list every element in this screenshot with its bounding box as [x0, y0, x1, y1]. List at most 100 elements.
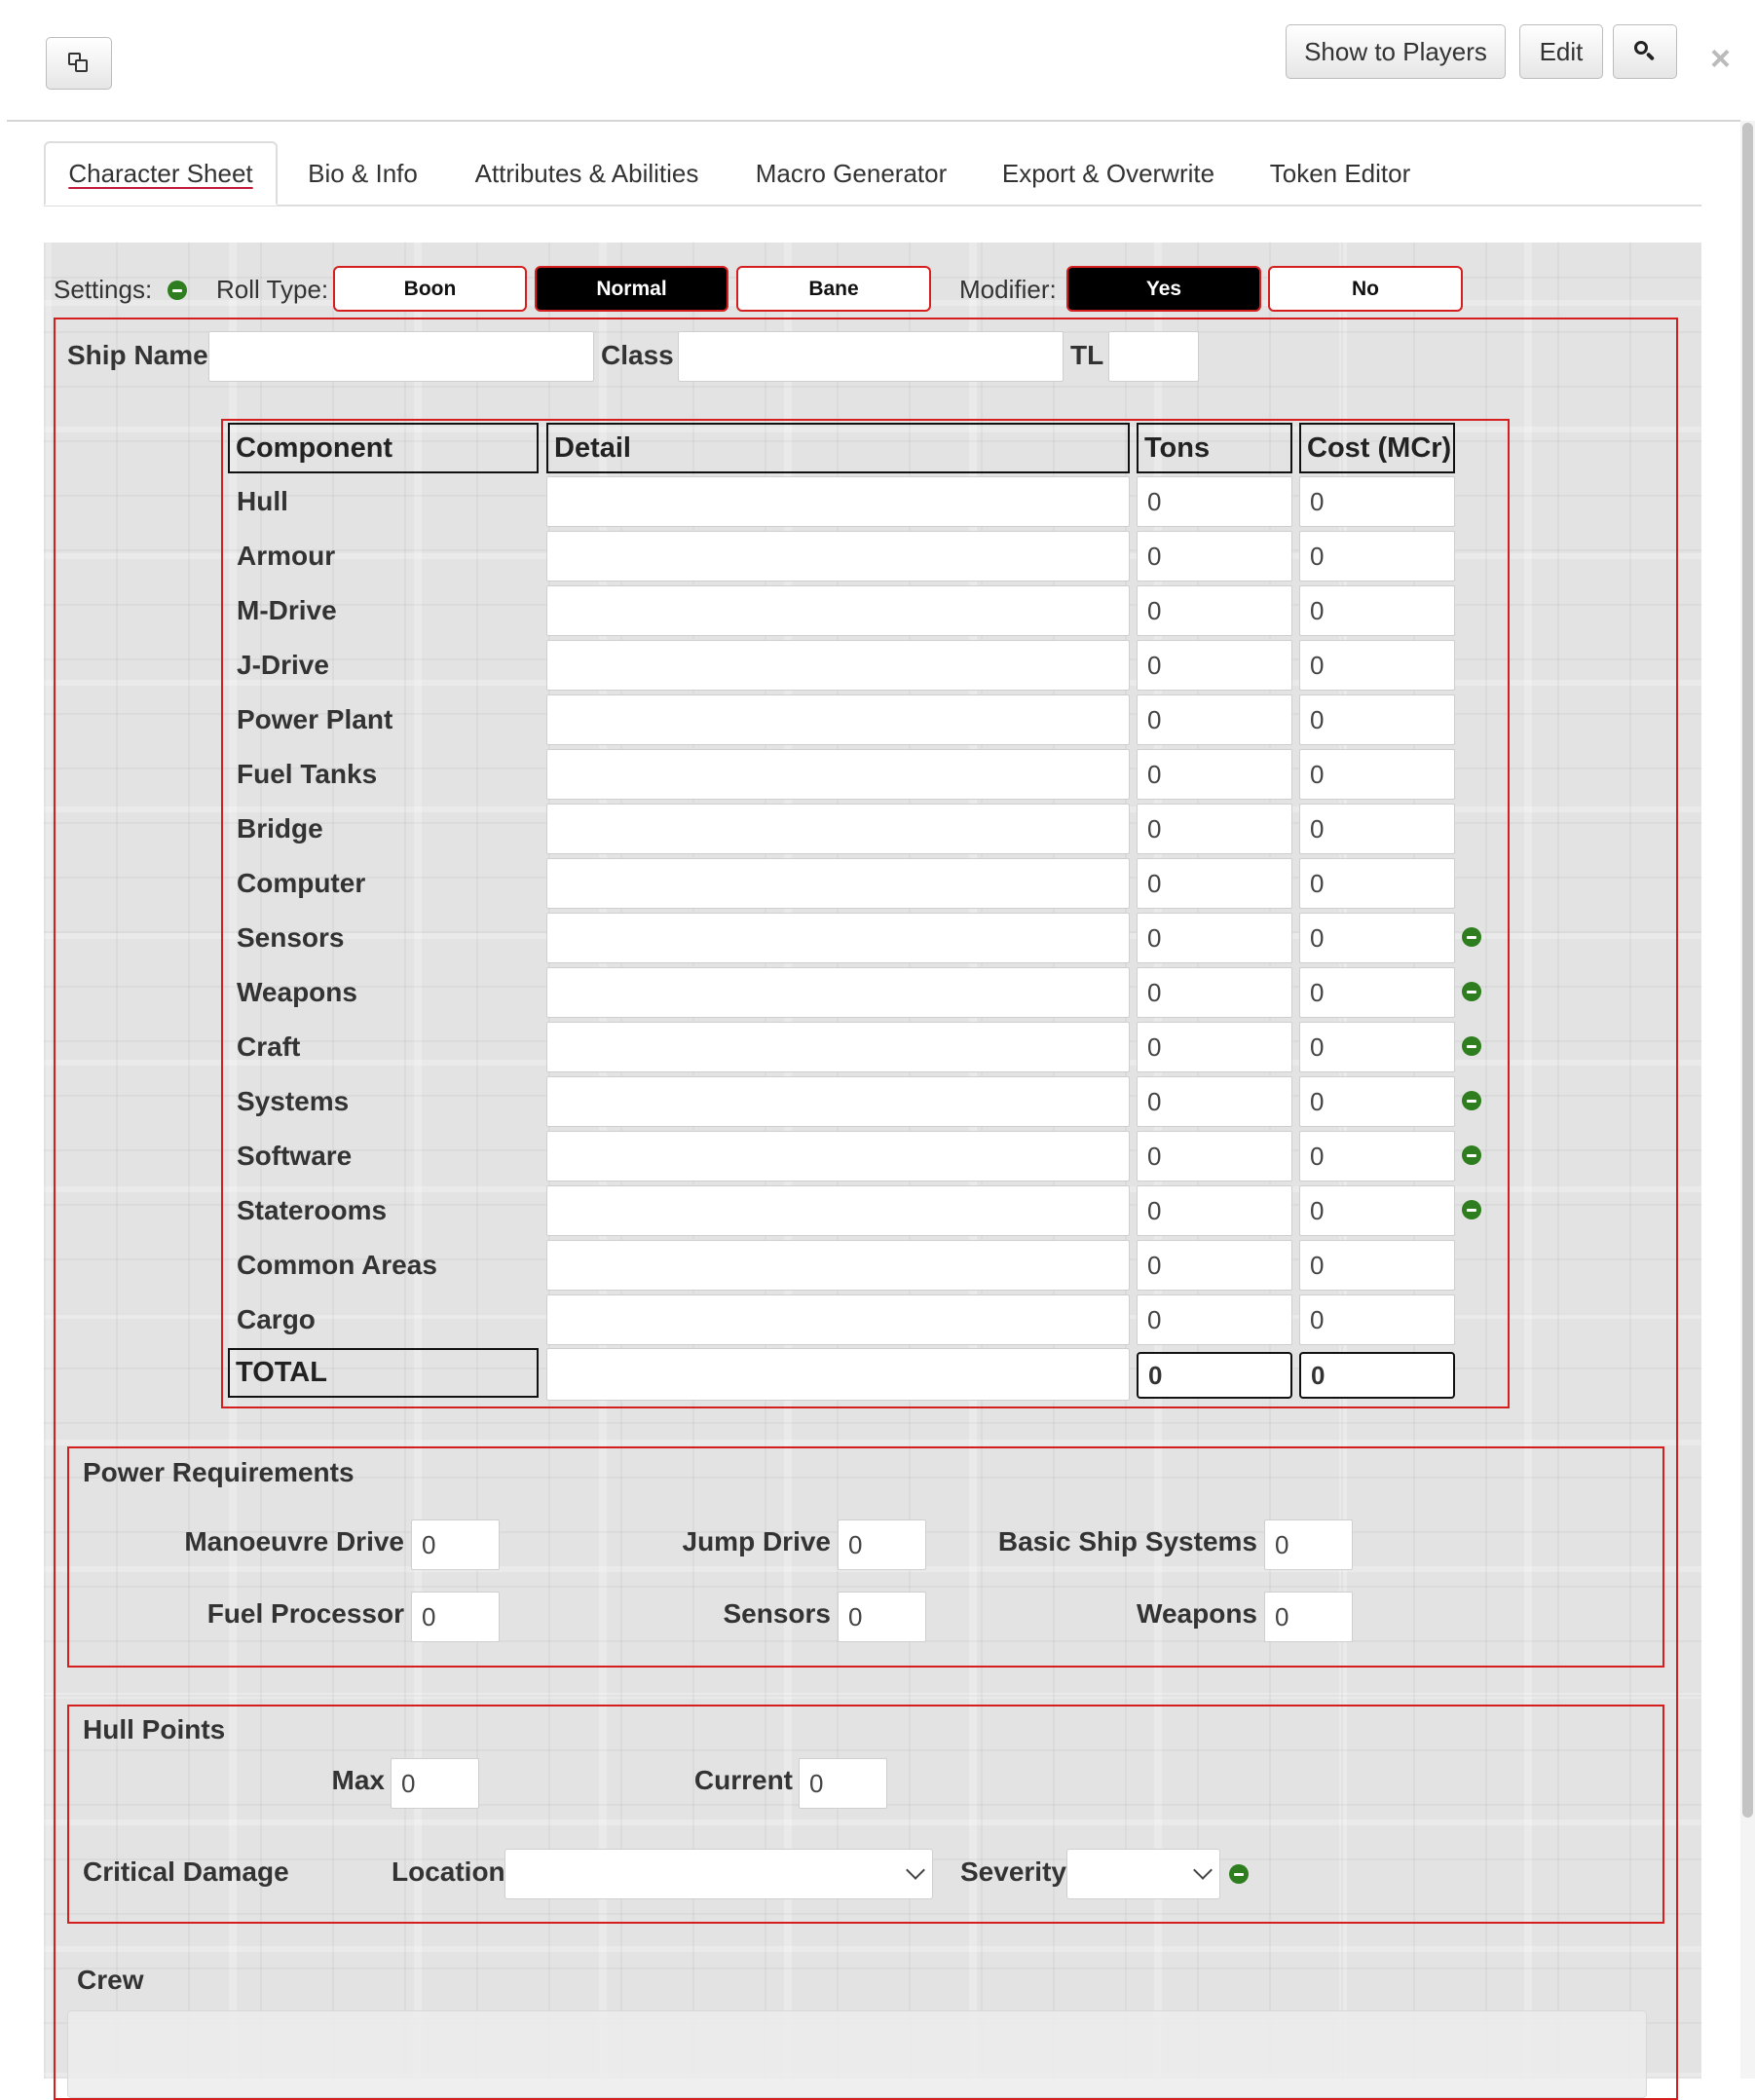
power-sensors-input[interactable]: 0: [838, 1592, 926, 1642]
tab-token-editor[interactable]: Token Editor: [1256, 141, 1424, 206]
component-cost-input[interactable]: 0: [1299, 476, 1455, 527]
component-row-label: Hull: [237, 486, 288, 516]
remove-row-icon[interactable]: [1462, 1145, 1481, 1165]
tab-character-sheet[interactable]: Character Sheet: [44, 141, 278, 206]
popout-button[interactable]: [46, 37, 112, 90]
component-cost-input[interactable]: 0: [1299, 749, 1455, 800]
search-button[interactable]: [1613, 24, 1677, 79]
roll-type-boon-button[interactable]: Boon: [333, 266, 527, 312]
component-tons-input[interactable]: 0: [1137, 967, 1292, 1018]
component-row-label: Staterooms: [237, 1195, 388, 1225]
component-cost-input[interactable]: 0: [1299, 1185, 1455, 1236]
component-detail-input[interactable]: [546, 476, 1130, 527]
modifier-yes-button[interactable]: Yes: [1066, 266, 1261, 312]
component-cost-input[interactable]: 0: [1299, 913, 1455, 963]
component-detail-input[interactable]: [546, 1294, 1130, 1345]
total-cost: 0: [1299, 1352, 1455, 1399]
remove-row-icon[interactable]: [1462, 1091, 1481, 1110]
tab-label: Macro Generator: [755, 158, 948, 188]
component-tons-input[interactable]: 0: [1137, 585, 1292, 636]
settings-label: Settings:: [54, 275, 153, 304]
component-detail-input[interactable]: [546, 804, 1130, 854]
basic-ship-systems-label: Basic Ship Systems: [997, 1526, 1257, 1556]
component-detail-input[interactable]: [546, 749, 1130, 800]
location-select[interactable]: [504, 1849, 933, 1899]
component-row-label: Craft: [237, 1031, 301, 1062]
component-tons-input[interactable]: 0: [1137, 531, 1292, 581]
component-detail-input[interactable]: [546, 694, 1130, 745]
severity-select[interactable]: [1066, 1849, 1220, 1899]
component-tons-input[interactable]: 0: [1137, 913, 1292, 963]
component-detail-input[interactable]: [546, 640, 1130, 691]
component-detail-input[interactable]: [546, 1185, 1130, 1236]
remove-row-icon[interactable]: [1462, 982, 1481, 1001]
component-cost-input[interactable]: 0: [1299, 1294, 1455, 1345]
component-cost-input[interactable]: 0: [1299, 967, 1455, 1018]
component-tons-input[interactable]: 0: [1137, 694, 1292, 745]
component-detail-input[interactable]: [546, 1022, 1130, 1072]
component-cost-input[interactable]: 0: [1299, 1131, 1455, 1181]
component-cost-input[interactable]: 0: [1299, 1076, 1455, 1127]
component-tons-input[interactable]: 0: [1137, 1022, 1292, 1072]
component-detail-input[interactable]: [546, 913, 1130, 963]
component-cost-input[interactable]: 0: [1299, 1022, 1455, 1072]
ship-name-input[interactable]: [208, 331, 594, 382]
component-tons-input[interactable]: 0: [1137, 1076, 1292, 1127]
component-tons-input[interactable]: 0: [1137, 640, 1292, 691]
fuel-processor-input[interactable]: 0: [411, 1592, 500, 1642]
component-cost-input[interactable]: 0: [1299, 694, 1455, 745]
basic-ship-systems-input[interactable]: 0: [1264, 1519, 1353, 1570]
component-cost-input[interactable]: 0: [1299, 1240, 1455, 1291]
component-tons-input[interactable]: 0: [1137, 749, 1292, 800]
manoeuvre-drive-input[interactable]: 0: [411, 1519, 500, 1570]
component-detail-input[interactable]: [546, 967, 1130, 1018]
component-cost-input[interactable]: 0: [1299, 804, 1455, 854]
roll-type-bane-button[interactable]: Bane: [736, 266, 931, 312]
component-detail-input[interactable]: [546, 1131, 1130, 1181]
component-tons-input[interactable]: 0: [1137, 804, 1292, 854]
remove-row-icon[interactable]: [1462, 927, 1481, 947]
settings-toggle-icon[interactable]: [168, 281, 187, 300]
component-cost-input[interactable]: 0: [1299, 531, 1455, 581]
component-cost-input[interactable]: 0: [1299, 640, 1455, 691]
component-tons-input[interactable]: 0: [1137, 1131, 1292, 1181]
component-tons-input[interactable]: 0: [1137, 1240, 1292, 1291]
component-tons-input[interactable]: 0: [1137, 1185, 1292, 1236]
remove-critical-damage-icon[interactable]: [1229, 1864, 1249, 1884]
hull-max-input[interactable]: 0: [391, 1758, 479, 1809]
component-cost-input[interactable]: 0: [1299, 585, 1455, 636]
total-label: TOTAL: [228, 1348, 539, 1398]
component-detail-input[interactable]: [546, 858, 1130, 909]
component-tons-input[interactable]: 0: [1137, 858, 1292, 909]
close-icon[interactable]: ×: [1710, 41, 1731, 76]
component-detail-input[interactable]: [546, 1240, 1130, 1291]
fuel-processor-label: Fuel Processor: [206, 1598, 404, 1629]
component-detail-input[interactable]: [546, 585, 1130, 636]
modifier-label: Modifier:: [959, 275, 1057, 304]
header-detail: Detail: [546, 423, 1130, 473]
component-cost-input[interactable]: 0: [1299, 858, 1455, 909]
component-tons-input[interactable]: 0: [1137, 476, 1292, 527]
component-detail-input[interactable]: [546, 1076, 1130, 1127]
jump-drive-input[interactable]: 0: [838, 1519, 926, 1570]
roll-type-normal-button[interactable]: Normal: [535, 266, 728, 312]
component-row-label: Common Areas: [237, 1250, 437, 1280]
power-weapons-input[interactable]: 0: [1264, 1592, 1353, 1642]
tab-attributes-abilities[interactable]: Attributes & Abilities: [458, 141, 716, 206]
remove-row-icon[interactable]: [1462, 1036, 1481, 1056]
hull-current-input[interactable]: 0: [799, 1758, 887, 1809]
tab-macro-generator[interactable]: Macro Generator: [740, 141, 962, 206]
component-detail-input[interactable]: [546, 531, 1130, 581]
crew-textarea[interactable]: [67, 2010, 1647, 2098]
modifier-no-button[interactable]: No: [1268, 266, 1463, 312]
tab-bio-info[interactable]: Bio & Info: [292, 141, 433, 206]
show-to-players-button[interactable]: Show to Players: [1286, 24, 1506, 79]
remove-row-icon[interactable]: [1462, 1200, 1481, 1219]
tl-input[interactable]: [1108, 331, 1199, 382]
scrollbar-thumb[interactable]: [1742, 123, 1753, 1818]
edit-button[interactable]: Edit: [1519, 24, 1603, 79]
tab-export-overwrite[interactable]: Export & Overwrite: [986, 141, 1231, 206]
component-row-label: Weapons: [237, 977, 357, 1007]
component-tons-input[interactable]: 0: [1137, 1294, 1292, 1345]
class-input[interactable]: [678, 331, 1064, 382]
